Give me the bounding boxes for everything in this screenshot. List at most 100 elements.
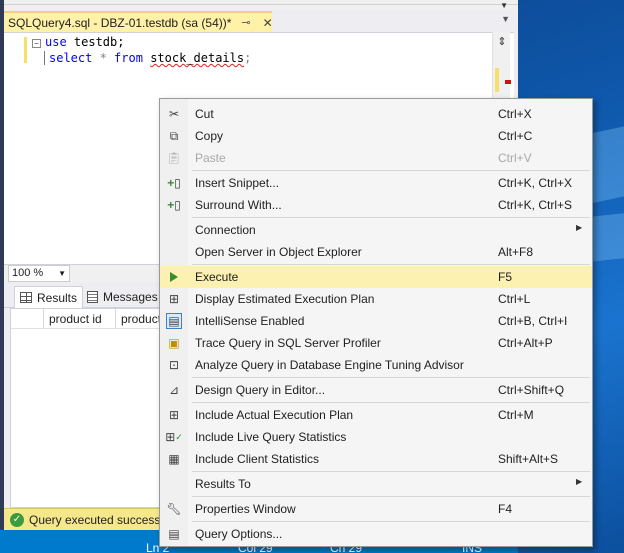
query-options-icon: ▤ (168, 527, 180, 541)
menu-item-shortcut: Ctrl+Shift+Q (498, 383, 565, 397)
paste-icon: 📋︎ (166, 151, 182, 165)
menu-item-trace-query-profiler[interactable]: ▣ Trace Query in SQL Server Profiler Ctr… (160, 332, 592, 354)
profiler-icon: ▣ (168, 336, 180, 350)
menu-item-include-actual-plan[interactable]: ⊞ Include Actual Execution Plan Ctrl+M (160, 404, 592, 426)
code-keyword: select (49, 51, 93, 65)
grid-icon (20, 292, 32, 303)
chevron-down-icon: ▼ (58, 269, 66, 278)
estimated-plan-icon: ⊞ (168, 292, 180, 306)
desktop-light-beam (590, 213, 624, 262)
menu-item-shortcut: F5 (498, 270, 513, 284)
grid-header-product-id[interactable]: product id (44, 309, 116, 329)
messages-icon (87, 291, 98, 303)
menu-item-shortcut: Ctrl+X (498, 107, 532, 121)
menu-item-label: Include Live Query Statistics (195, 430, 347, 444)
menu-item-shortcut: Ctrl+K, Ctrl+S (498, 198, 573, 212)
menu-item-label: Insert Snippet... (195, 176, 280, 190)
menu-item-query-options[interactable]: ▤ Query Options... (160, 523, 592, 545)
zoom-level-select[interactable]: 100 % ▼ (8, 265, 70, 282)
menu-item-copy[interactable]: ⧉ Copy Ctrl+C (160, 125, 592, 147)
menu-item-shortcut: Shift+Alt+S (498, 452, 559, 466)
menu-item-label: Surround With... (195, 198, 282, 212)
grid-header-rownum (11, 309, 44, 329)
menu-item-display-estimated-plan[interactable]: ⊞ Display Estimated Execution Plan Ctrl+… (160, 288, 592, 310)
menu-item-label: Include Actual Execution Plan (195, 408, 354, 422)
tab-list-dropdown-icon[interactable]: ▼ (501, 14, 510, 24)
menu-item-label: Connection (195, 223, 256, 237)
menu-item-label: Copy (195, 129, 224, 143)
menu-item-shortcut: Alt+F8 (498, 245, 534, 259)
menu-separator (192, 402, 590, 403)
submenu-arrow-icon: ▶ (576, 477, 583, 486)
editor-context-menu: ✂ Cut Ctrl+X ⧉ Copy Ctrl+C 📋︎ Paste Ctrl… (159, 98, 593, 547)
menu-item-label: Include Client Statistics (195, 452, 320, 466)
window-top-strip: ▼ (4, 0, 518, 10)
menu-item-label: Query Options... (195, 527, 283, 541)
menu-item-shortcut: Ctrl+V (498, 151, 532, 165)
menu-item-shortcut: Ctrl+K, Ctrl+X (498, 176, 573, 190)
intellisense-icon: ▤ (166, 313, 182, 329)
tab-results[interactable]: Results (14, 286, 84, 308)
menu-separator (192, 496, 590, 497)
zoom-level-value: 100 % (12, 267, 44, 279)
menu-separator (192, 170, 590, 171)
menu-item-label: Trace Query in SQL Server Profiler (195, 336, 381, 350)
menu-item-connection[interactable]: Connection ▶ (160, 219, 592, 241)
menu-item-label: Properties Window (195, 502, 296, 516)
menu-item-shortcut: Ctrl+B, Ctrl+I (498, 314, 568, 328)
menu-item-label: Open Server in Object Explorer (195, 245, 362, 259)
chevron-down-icon[interactable]: ▼ (500, 1, 508, 10)
menu-separator (192, 471, 590, 472)
code-table-name: stock_details (150, 51, 245, 65)
menu-item-results-to[interactable]: Results To ▶ (160, 473, 592, 495)
code-text: testdb; (66, 35, 125, 49)
menu-item-design-query-editor[interactable]: ⊿ Design Query in Editor... Ctrl+Shift+Q (160, 379, 592, 401)
menu-item-shortcut: Ctrl+C (498, 129, 533, 143)
menu-item-shortcut: F4 (498, 502, 513, 516)
menu-item-paste[interactable]: 📋︎ Paste Ctrl+V (160, 147, 592, 169)
tab-results-label: Results (37, 290, 78, 305)
menu-item-label: Analyze Query in Database Engine Tuning … (195, 358, 464, 372)
menu-separator (192, 264, 590, 265)
menu-item-include-live-statistics[interactable]: ⊞ ✓ Include Live Query Statistics (160, 426, 592, 448)
scissors-icon: ✂ (168, 107, 180, 121)
desktop-light-beam (590, 126, 624, 204)
code-keyword: from (114, 51, 143, 65)
collapse-icon[interactable]: − (32, 39, 41, 48)
submenu-arrow-icon: ▶ (576, 223, 583, 232)
menu-item-surround-with[interactable]: + ▯ Surround With... Ctrl+K, Ctrl+S (160, 194, 592, 216)
split-window-icon[interactable]: ⇕ (495, 35, 509, 49)
insert-snippet-icon: + ▯ (167, 176, 181, 190)
code-operator: * (92, 51, 115, 65)
code-terminator: ; (244, 51, 252, 65)
menu-item-label: Cut (195, 107, 214, 121)
text-caret (44, 51, 45, 65)
scrollbar-change-marker (495, 68, 499, 92)
menu-item-insert-snippet[interactable]: + ▯ Insert Snippet... Ctrl+K, Ctrl+X (160, 172, 592, 194)
actual-plan-icon: ⊞ (168, 408, 180, 422)
menu-item-analyze-query-tuning-advisor[interactable]: ⊡ Analyze Query in Database Engine Tunin… (160, 354, 592, 376)
query-document-tab[interactable]: SQLQuery4.sql - DBZ-01.testdb (sa (54))*… (4, 11, 273, 32)
menu-item-label: Paste (195, 151, 226, 165)
menu-item-intellisense-enabled[interactable]: ▤ IntelliSense Enabled Ctrl+B, Ctrl+I (160, 310, 592, 332)
menu-item-include-client-statistics[interactable]: ▦ Include Client Statistics Shift+Alt+S (160, 448, 592, 470)
menu-item-label: Execute (195, 270, 239, 284)
change-tracking-bar (24, 37, 27, 63)
menu-item-label: Results To (195, 477, 251, 491)
menu-item-open-server-object-explorer[interactable]: Open Server in Object Explorer Alt+F8 (160, 241, 592, 263)
code-keyword: use (45, 35, 67, 49)
menu-item-execute[interactable]: Execute F5 (160, 266, 592, 288)
client-stats-icon: ▦ (168, 452, 180, 466)
code-line-2: select * from stock_details; (49, 51, 251, 65)
close-icon[interactable]: ✕ (263, 16, 273, 30)
code-line-1: use testdb; (45, 35, 124, 49)
menu-item-label: Display Estimated Execution Plan (195, 292, 375, 306)
tab-messages[interactable]: Messages (82, 286, 163, 308)
menu-item-cut[interactable]: ✂ Cut Ctrl+X (160, 103, 592, 125)
live-stats-icon: ⊞ ✓ (165, 430, 183, 444)
copy-icon: ⧉ (169, 128, 179, 143)
menu-item-label: Design Query in Editor... (195, 383, 326, 397)
menu-item-properties-window[interactable]: 🔧︎ Properties Window F4 (160, 498, 592, 520)
menu-separator (192, 521, 590, 522)
pin-icon[interactable]: ⊸ (241, 16, 250, 29)
